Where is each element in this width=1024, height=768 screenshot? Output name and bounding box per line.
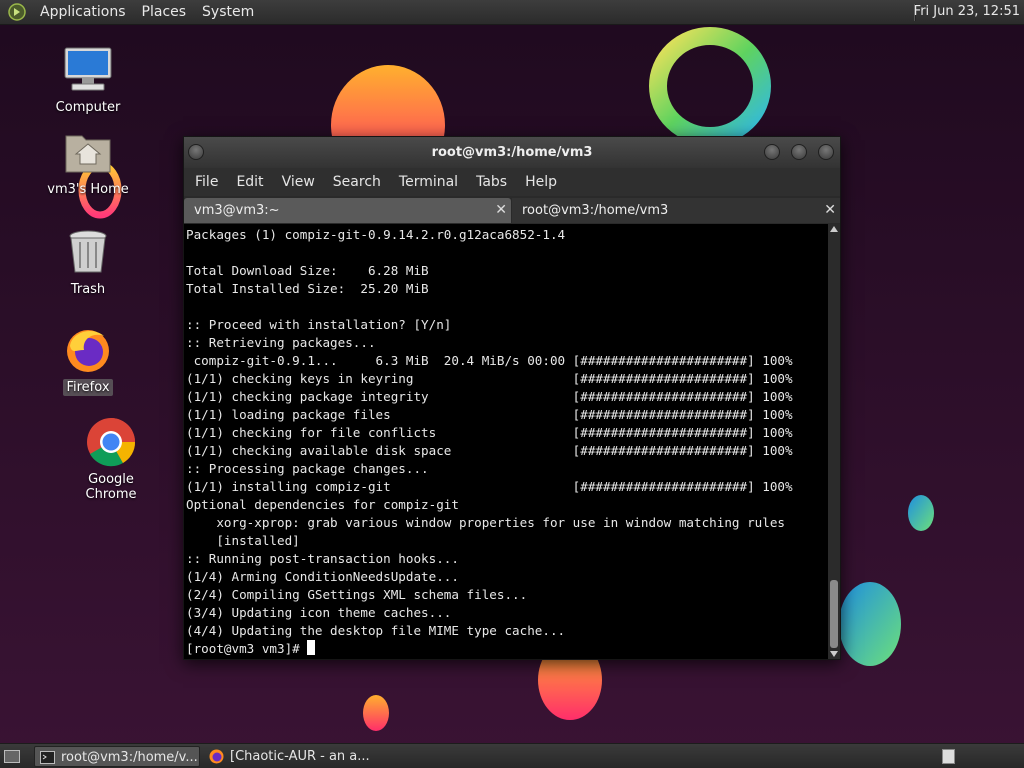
terminal-line: Packages (1) compiz-git-0.9.14.2.r0.g12a… — [186, 227, 566, 242]
show-desktop-icon[interactable] — [4, 750, 20, 763]
applications-menu[interactable]: Applications — [32, 4, 134, 20]
workspace-switcher[interactable] — [942, 749, 955, 764]
terminal-line: (1/4) Arming ConditionNeedsUpdate... — [186, 569, 459, 584]
terminal-line: xorg-xprop: grab various window properti… — [186, 515, 785, 530]
desktop-icon-firefox[interactable]: Firefox — [38, 324, 138, 396]
terminal-line: (1/1) checking package integrity [######… — [186, 389, 793, 404]
terminal-line: (1/1) checking keys in keyring [########… — [186, 371, 793, 386]
terminal-line: Optional dependencies for compiz-git — [186, 497, 459, 512]
terminal-line: :: Processing package changes... — [186, 461, 429, 476]
taskbar-item-firefox[interactable]: [Chaotic-AUR - an a... — [204, 746, 384, 767]
firefox-icon — [209, 749, 224, 764]
terminal-line: (1/1) installing compiz-git [###########… — [186, 479, 793, 494]
desktop-icon-label: Computer — [55, 100, 121, 115]
tab-close-icon[interactable]: ✕ — [824, 198, 836, 223]
close-button[interactable] — [818, 144, 834, 160]
terminal-line: (1/1) loading package files [###########… — [186, 407, 793, 422]
computer-icon — [64, 47, 112, 91]
menu-view[interactable]: View — [273, 174, 324, 190]
menu-edit[interactable]: Edit — [227, 174, 272, 190]
system-menu[interactable]: System — [194, 4, 262, 20]
bottom-panel: root@vm3:/home/v... [Chaotic-AUR - an a.… — [0, 743, 1024, 768]
desktop-icon-label: Trash — [70, 282, 106, 297]
chrome-icon — [87, 418, 136, 467]
desktop-icon-computer[interactable]: Computer — [38, 44, 138, 115]
places-menu[interactable]: Places — [134, 4, 195, 20]
desktop-icon-label: vm3's Home — [47, 182, 129, 197]
terminal-line: Total Installed Size: 25.20 MiB — [186, 281, 429, 296]
terminal-line: [installed] — [186, 533, 300, 548]
maximize-button[interactable] — [791, 144, 807, 160]
taskbar-item-terminal[interactable]: root@vm3:/home/v... — [34, 746, 200, 767]
terminal-line: Total Download Size: 6.28 MiB — [186, 263, 429, 278]
trash-icon — [69, 230, 107, 273]
scroll-down-icon[interactable] — [830, 651, 838, 657]
terminal-line: :: Retrieving packages... — [186, 335, 376, 350]
top-panel: Applications Places System Fri Jun 23, 1… — [0, 0, 1024, 25]
tab-close-icon[interactable]: ✕ — [495, 198, 507, 223]
terminal-line: (1/1) checking available disk space [###… — [186, 443, 793, 458]
desktop-icon-label: Firefox — [63, 379, 113, 396]
taskbar-item-label: [Chaotic-AUR - an a... — [230, 749, 370, 764]
distro-logo-icon[interactable] — [8, 3, 26, 21]
terminal-output-area[interactable]: Packages (1) compiz-git-0.9.14.2.r0.g12a… — [184, 224, 828, 659]
desktop-icon-trash[interactable]: Trash — [38, 226, 138, 297]
menu-file[interactable]: File — [186, 174, 227, 190]
terminal-scrollbar[interactable] — [828, 224, 840, 659]
home-folder-icon — [65, 135, 111, 173]
terminal-prompt-line: [root@vm3 vm3]# — [186, 640, 828, 658]
scroll-up-icon[interactable] — [830, 226, 838, 232]
terminal-cursor — [307, 640, 316, 655]
terminal-line: (2/4) Compiling GSettings XML schema fil… — [186, 587, 528, 602]
menu-search[interactable]: Search — [324, 174, 390, 190]
terminal-line: (4/4) Updating the desktop file MIME typ… — [186, 623, 566, 638]
terminal-output: Packages (1) compiz-git-0.9.14.2.r0.g12a… — [186, 226, 828, 658]
terminal-prompt: [root@vm3 vm3]# — [186, 641, 308, 656]
terminal-window[interactable]: root@vm3:/home/vm3 File Edit View Search… — [183, 136, 841, 660]
firefox-icon — [67, 330, 109, 372]
terminal-line: (3/4) Updating icon theme caches... — [186, 605, 452, 620]
terminal-menu-bar: File Edit View Search Terminal Tabs Help — [184, 168, 840, 196]
terminal-line: :: Running post-transaction hooks... — [186, 551, 459, 566]
terminal-line: :: Proceed with installation? [Y/n] — [186, 317, 452, 332]
tab-label: root@vm3:/home/vm3 — [522, 203, 669, 218]
minimize-button[interactable] — [764, 144, 780, 160]
tab-root-home[interactable]: root@vm3:/home/vm3 ✕ — [512, 198, 840, 223]
terminal-tab-bar: vm3@vm3:~ ✕ root@vm3:/home/vm3 ✕ — [184, 196, 840, 224]
terminal-line: compiz-git-0.9.1... 6.3 MiB 20.4 MiB/s 0… — [186, 353, 793, 368]
clock[interactable]: Fri Jun 23, 12:51 — [914, 4, 1020, 19]
menu-help[interactable]: Help — [516, 174, 566, 190]
window-title: root@vm3:/home/vm3 — [431, 145, 593, 160]
window-title-bar[interactable]: root@vm3:/home/vm3 — [184, 137, 840, 168]
terminal-line: (1/1) checking for file conflicts [#####… — [186, 425, 793, 440]
terminal-icon — [40, 751, 55, 764]
taskbar-item-label: root@vm3:/home/v... — [61, 750, 198, 765]
desktop-icon-home[interactable]: vm3's Home — [38, 126, 138, 197]
menu-tabs[interactable]: Tabs — [467, 174, 516, 190]
menu-terminal[interactable]: Terminal — [390, 174, 467, 190]
desktop-icon-chrome[interactable]: Google Chrome — [61, 416, 161, 502]
tab-vm3-home[interactable]: vm3@vm3:~ ✕ — [184, 198, 511, 223]
desktop-icon-label: Google Chrome — [85, 472, 137, 502]
window-menu-button[interactable] — [188, 144, 204, 160]
tab-label: vm3@vm3:~ — [194, 203, 280, 218]
scrollbar-thumb[interactable] — [830, 580, 838, 648]
